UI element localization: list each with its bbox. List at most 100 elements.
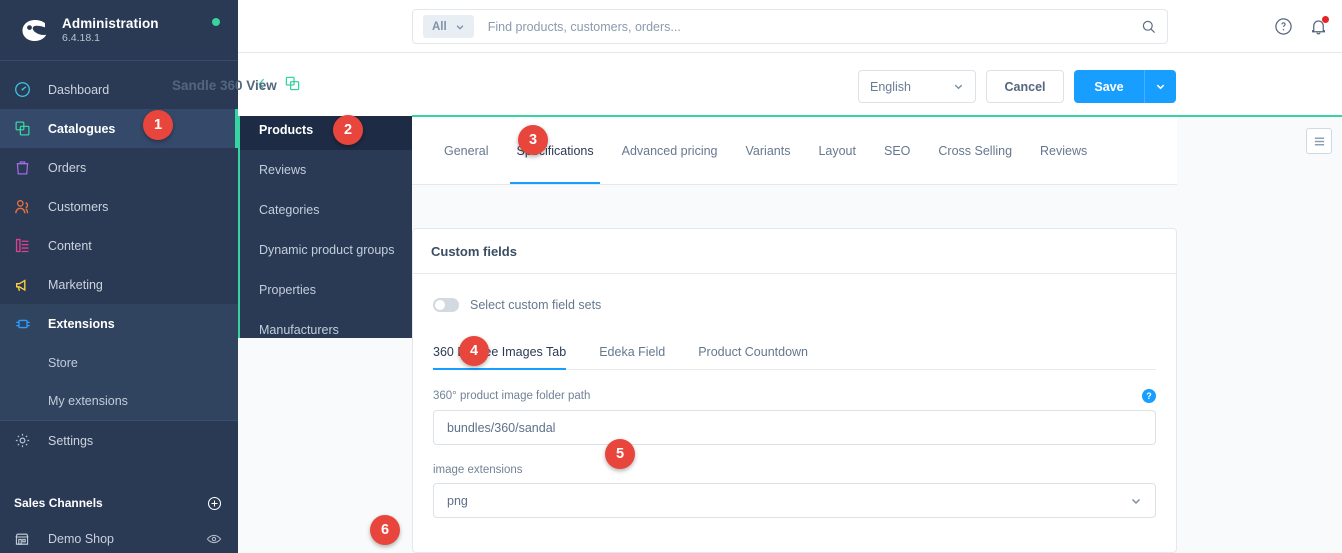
sidebar-item-settings[interactable]: Settings [0, 421, 238, 460]
tab-360-degree-images[interactable]: 360 Degree Images Tab [433, 345, 583, 370]
search-scope-label: All [432, 20, 447, 33]
tab-label: Layout [818, 143, 856, 158]
toggle-label: Select custom field sets [470, 298, 602, 312]
bell-icon[interactable] [1309, 16, 1329, 36]
sidebar-item-properties[interactable]: Properties [238, 270, 412, 310]
plus-circle-icon[interactable] [207, 496, 222, 511]
card-body: Select custom field sets 360 Degree Imag… [413, 274, 1176, 518]
global-search[interactable]: All [412, 9, 1168, 44]
subnav-item-label: Properties [259, 283, 316, 297]
folder-path-field: 360° product image folder path ? bundles… [433, 389, 1156, 445]
sidebar-item-manufacturers[interactable]: Manufacturers [238, 310, 412, 350]
page-header-bar [238, 53, 1342, 116]
field-label: 360° product image folder path [433, 390, 591, 402]
search-input[interactable] [487, 19, 1141, 34]
sidebar-item-label: Settings [48, 433, 94, 448]
eye-icon[interactable] [206, 531, 222, 547]
sidebar-subitem-store[interactable]: Store [0, 343, 238, 382]
cancel-button[interactable]: Cancel [986, 70, 1064, 103]
sidebar-item-label: Extensions [48, 316, 115, 331]
subnav-item-label: Manufacturers [259, 323, 339, 337]
sidebar-item-reviews[interactable]: Reviews [238, 150, 412, 190]
language-select[interactable]: English [858, 70, 976, 103]
cf-tab-label: 360 Degree Images Tab [433, 345, 567, 359]
annotation-marker-2: 2 [333, 115, 363, 145]
sidebar-item-customers[interactable]: Customers [0, 187, 238, 226]
marker-number: 1 [153, 117, 163, 133]
annotation-marker-1: 1 [143, 110, 173, 140]
image-extensions-label-row: image extensions [433, 464, 1156, 476]
search-icon[interactable] [1141, 19, 1157, 35]
sidebar-channel-demo-shop[interactable]: Demo Shop [0, 520, 238, 553]
marker-number: 6 [380, 522, 390, 538]
card-title: Custom fields [431, 243, 517, 259]
tab-label: Cross Selling [938, 143, 1013, 158]
subnav-item-label: Dynamic product groups [259, 243, 395, 257]
gear-icon [14, 432, 48, 449]
sidebar-item-catalogues[interactable]: Catalogues [0, 109, 238, 148]
tab-edeka-field[interactable]: Edeka Field [599, 345, 682, 369]
image-extensions-field: image extensions png [433, 464, 1156, 518]
extensions-icon [14, 315, 48, 333]
help-circle-icon[interactable] [1274, 17, 1293, 36]
tab-product-countdown[interactable]: Product Countdown [698, 345, 825, 369]
sidebar-item-label: Catalogues [48, 121, 116, 136]
tab-seo[interactable]: SEO [870, 117, 924, 184]
select-custom-field-sets-toggle[interactable] [433, 298, 459, 312]
save-button[interactable]: Save [1074, 70, 1144, 103]
tab-variants[interactable]: Variants [732, 117, 805, 184]
brand-header[interactable]: Administration 6.4.18.1 [0, 0, 238, 60]
topbar-icons [1274, 0, 1329, 53]
image-extensions-value: png [447, 493, 468, 508]
tab-advanced-pricing[interactable]: Advanced pricing [608, 117, 732, 184]
orders-icon [14, 159, 48, 176]
custom-field-set-tabs: 360 Degree Images Tab Edeka Field Produc… [433, 345, 1156, 370]
tab-cross-selling[interactable]: Cross Selling [924, 117, 1026, 184]
sidebar-item-categories[interactable]: Categories [238, 190, 412, 230]
tab-layout[interactable]: Layout [804, 117, 870, 184]
sidebar-item-dynamic-product-groups[interactable]: Dynamic product groups [238, 230, 412, 270]
sidebar-item-extensions[interactable]: Extensions [0, 304, 238, 343]
sidebar-item-label: Dashboard [48, 82, 110, 97]
image-extensions-select[interactable]: png [433, 483, 1156, 518]
cf-tab-label: Edeka Field [599, 345, 666, 359]
customers-icon [14, 198, 48, 216]
sales-channels-section: Sales Channels [0, 486, 238, 520]
catalogues-icon [14, 120, 48, 137]
folder-path-value: bundles/360/sandal [447, 420, 556, 435]
duplicate-icon[interactable] [284, 75, 301, 92]
chevron-down-icon [455, 22, 465, 32]
sidebar-item-label: Orders [48, 160, 87, 175]
tab-label: Reviews [1040, 143, 1088, 158]
tab-reviews[interactable]: Reviews [1026, 117, 1101, 184]
tab-label: SEO [883, 143, 911, 158]
secondary-sidebar: Products Reviews Categories Dynamic prod… [238, 110, 412, 338]
folder-path-input[interactable]: bundles/360/sandal [433, 410, 1156, 445]
annotation-marker-5: 5 [605, 439, 635, 469]
marker-number: 2 [343, 122, 353, 138]
search-scope-selector[interactable]: All [423, 15, 474, 38]
sidebar-subitem-label: My extensions [48, 394, 128, 408]
online-status-dot [212, 18, 220, 26]
notification-badge [1322, 16, 1329, 23]
sidebar-channel-label: Demo Shop [48, 532, 115, 546]
sidebar-item-label: Customers [48, 199, 109, 214]
tab-general[interactable]: General [430, 117, 502, 184]
sidebar-item-orders[interactable]: Orders [0, 148, 238, 187]
brand-title: Administration [62, 15, 159, 31]
save-options-button[interactable] [1144, 70, 1176, 103]
annotation-marker-4: 4 [459, 336, 489, 366]
sales-channels-label: Sales Channels [14, 496, 103, 510]
field-label: image extensions [433, 464, 523, 476]
header-actions: English Cancel Save [858, 70, 1176, 103]
help-badge-icon[interactable]: ? [1142, 389, 1156, 403]
tab-specifications[interactable]: Specifications [502, 117, 607, 184]
list-view-icon[interactable] [1306, 128, 1332, 154]
sidebar-item-marketing[interactable]: Marketing [0, 265, 238, 304]
sidebar-item-content[interactable]: Content [0, 226, 238, 265]
sidebar-subitem-my-extensions[interactable]: My extensions [0, 382, 238, 421]
custom-fields-card: Custom fields Select custom field sets 3… [412, 228, 1177, 553]
sidebar-item-products[interactable]: Products [238, 110, 412, 150]
tab-label: Advanced pricing [621, 143, 718, 158]
marker-number: 3 [528, 132, 538, 148]
